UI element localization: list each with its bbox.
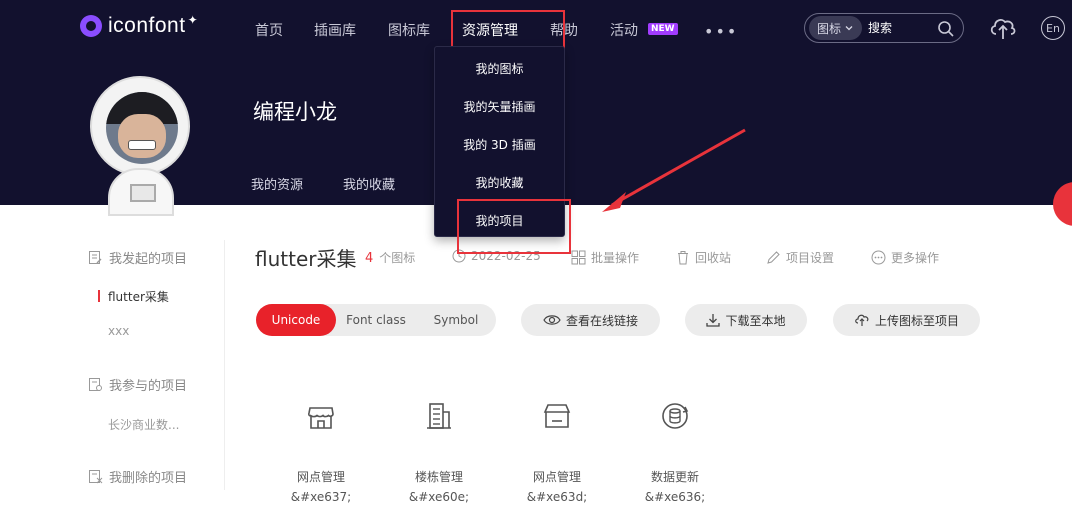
active-indicator	[98, 290, 100, 302]
nav-home[interactable]: 首页	[255, 20, 283, 40]
sidebar-section-title: 我发起的项目	[109, 252, 188, 267]
more-operations-button[interactable]: 更多操作	[871, 249, 939, 266]
tab-my-favorites[interactable]: 我的收藏	[343, 174, 395, 193]
cloud-upload-icon[interactable]	[988, 14, 1018, 42]
search-type-label: 图标	[817, 21, 842, 36]
language-toggle[interactable]: En	[1041, 16, 1065, 40]
sidebar-item-changsha[interactable]: 长沙商业数...	[108, 416, 179, 433]
code-type-segmented-control: Unicode Font class Symbol	[256, 304, 496, 336]
nav-illustrations[interactable]: 插画库	[314, 20, 356, 40]
search-type-select[interactable]: 图标	[809, 16, 863, 40]
logo[interactable]: iconfont ✦	[80, 13, 198, 38]
tab-unicode[interactable]: Unicode	[256, 304, 336, 336]
icon-card-data-update[interactable]	[630, 400, 720, 436]
shop-icon	[543, 404, 571, 428]
sidebar-item-flutter[interactable]: flutter采集	[108, 288, 169, 305]
trash-icon	[678, 251, 688, 265]
project-icon-count: 4 个图标	[365, 249, 415, 266]
icon-code: &#xe63d;	[526, 490, 588, 504]
download-local-button[interactable]: 下载至本地	[685, 304, 807, 336]
view-online-link-label: 查看在线链接	[565, 313, 638, 328]
project-settings-label: 项目设置	[786, 251, 835, 265]
view-online-link-button[interactable]: 查看在线链接	[521, 304, 660, 336]
menu-item-my-vector-illustrations[interactable]: 我的矢量插画	[435, 98, 564, 115]
more-operations-label: 更多操作	[891, 251, 940, 265]
logo-mark-icon	[80, 15, 102, 37]
nav-activity[interactable]: 活动	[610, 20, 638, 40]
avatar-helmet	[90, 76, 190, 176]
avatar-suit	[108, 168, 174, 216]
sidebar-divider	[224, 240, 225, 490]
sidebar-section-deleted: 我删除的项目	[88, 467, 187, 486]
sidebar-section-joined: 我参与的项目	[88, 375, 187, 394]
sidebar-section-title: 我参与的项目	[109, 379, 188, 394]
icon-code: &#xe636;	[644, 490, 706, 504]
avatar[interactable]	[86, 76, 192, 216]
more-icon[interactable]: •••	[704, 22, 738, 41]
pencil-icon	[767, 251, 780, 264]
database-refresh-icon	[662, 403, 689, 429]
batch-operation-button[interactable]: 批量操作	[571, 249, 639, 266]
download-local-label: 下载至本地	[725, 313, 786, 328]
recycle-bin-button[interactable]: 回收站	[676, 249, 731, 266]
doc-delete-icon	[89, 470, 103, 484]
icon-name: 网点管理	[532, 470, 581, 484]
logo-sparkle-icon: ✦	[187, 13, 198, 27]
icon-card-storefront[interactable]	[276, 400, 366, 436]
storefront-icon	[308, 407, 334, 429]
annotation-arrow-icon	[602, 128, 746, 212]
icon-code: &#xe60e;	[408, 490, 470, 504]
sidebar-item-xxx[interactable]: xxx	[108, 324, 129, 338]
icon-code: &#xe637;	[290, 490, 352, 504]
eye-icon	[543, 315, 561, 325]
upload-to-project-label: 上传图标至项目	[874, 313, 959, 328]
search-input[interactable]	[868, 21, 941, 35]
icon-count-value: 4	[365, 251, 374, 266]
menu-item-my-icons[interactable]: 我的图标	[435, 60, 564, 77]
tab-symbol[interactable]: Symbol	[416, 304, 496, 336]
building-icon	[427, 403, 451, 429]
avatar-face	[106, 92, 178, 164]
search-icon[interactable]	[937, 20, 955, 38]
icon-card-shop[interactable]	[512, 400, 602, 436]
icon-name: 数据更新	[650, 470, 699, 484]
username: 编程小龙	[253, 100, 337, 124]
tab-my-resources[interactable]: 我的资源	[251, 174, 303, 193]
recycle-bin-label: 回收站	[695, 251, 732, 265]
chevron-down-icon	[845, 26, 853, 31]
grid-icon	[571, 250, 586, 265]
project-title: flutter采集	[255, 247, 357, 271]
doc-edit-icon	[89, 251, 102, 264]
download-icon	[706, 314, 721, 327]
logo-text: iconfont	[108, 14, 186, 37]
upload-to-project-button[interactable]: 上传图标至项目	[833, 304, 980, 336]
doc-user-icon	[89, 378, 102, 391]
icon-name: 楼栋管理	[414, 470, 463, 484]
icon-card-building[interactable]	[394, 400, 484, 436]
cloud-upload-icon	[855, 314, 869, 326]
batch-operation-label: 批量操作	[591, 251, 640, 265]
sidebar-section-started: 我发起的项目	[88, 248, 187, 267]
menu-item-my-favorites[interactable]: 我的收藏	[435, 174, 564, 191]
nav-highlight-box	[451, 10, 565, 49]
icon-count-label: 个图标	[379, 251, 416, 265]
tab-font-class[interactable]: Font class	[336, 304, 416, 336]
nav-icon-library[interactable]: 图标库	[388, 20, 430, 40]
menu-item-my-3d-illustrations[interactable]: 我的 3D 插画	[435, 136, 564, 153]
new-badge: NEW	[648, 23, 678, 35]
menu-highlight-box	[457, 199, 571, 254]
project-settings-button[interactable]: 项目设置	[766, 249, 834, 266]
search-box[interactable]: 图标	[804, 13, 964, 43]
icon-name: 网点管理	[296, 470, 345, 484]
sidebar-section-title: 我删除的项目	[109, 471, 188, 486]
more-circle-icon	[871, 250, 886, 265]
